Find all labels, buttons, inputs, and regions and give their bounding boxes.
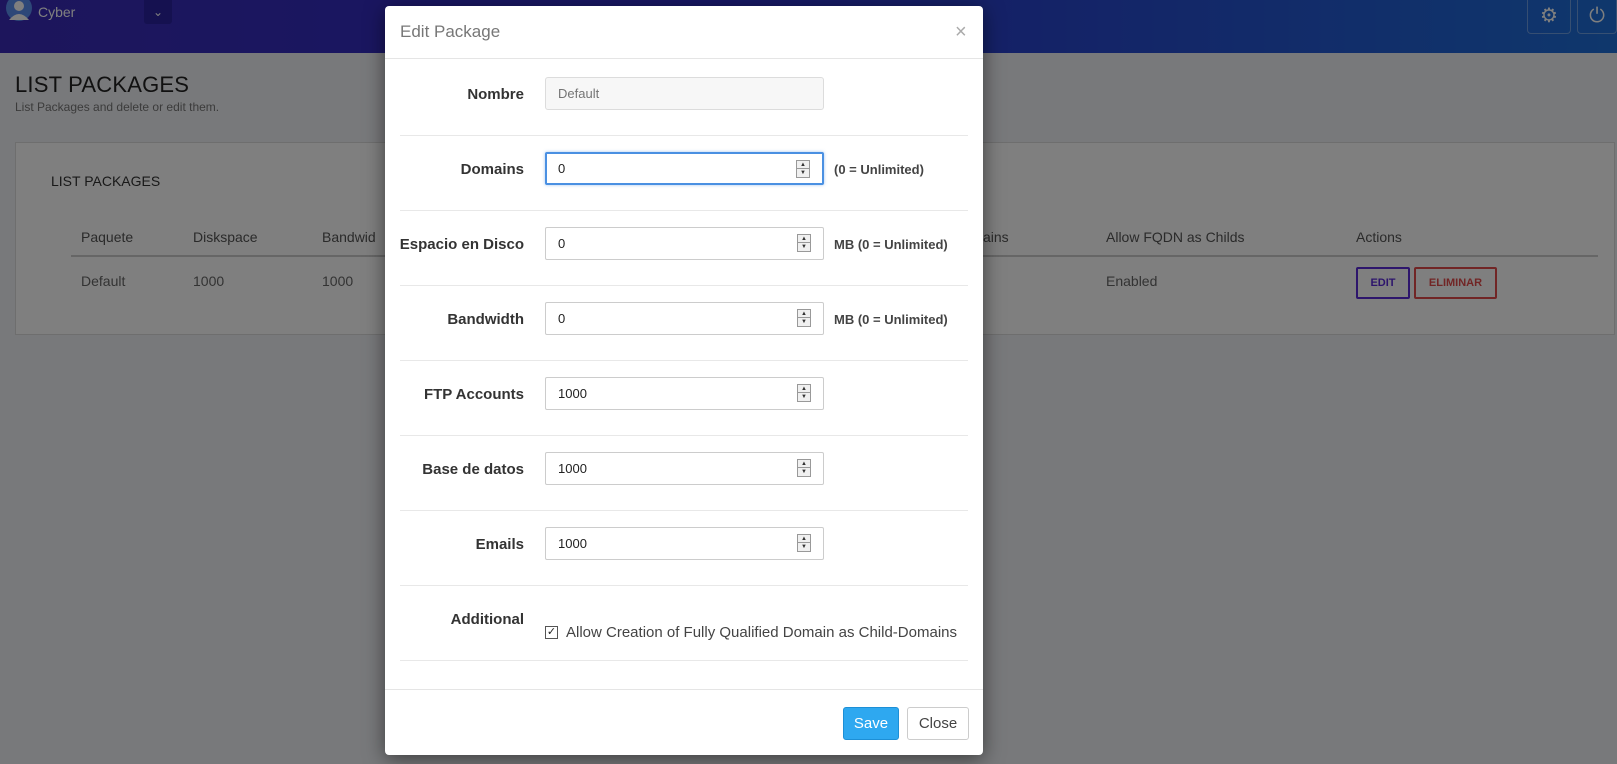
db-label: Base de datos bbox=[422, 461, 524, 478]
nombre-label: Nombre bbox=[467, 86, 524, 103]
modal-title: Edit Package bbox=[400, 22, 501, 41]
spinner-arrows-icon[interactable]: ▲ ▼ bbox=[797, 384, 811, 402]
spinner-arrows-icon[interactable]: ▲ ▼ bbox=[797, 309, 811, 327]
ftp-accounts-field[interactable]: 1000 ▲ ▼ bbox=[545, 377, 824, 410]
bandwidth-hint: MB (0 = Unlimited) bbox=[834, 312, 948, 327]
domains-label: Domains bbox=[460, 161, 524, 178]
close-button[interactable]: Close bbox=[907, 707, 969, 740]
ftp-value: 1000 bbox=[558, 386, 587, 401]
ftp-label: FTP Accounts bbox=[423, 386, 524, 403]
db-value: 1000 bbox=[558, 461, 587, 476]
disk-label: Espacio en Disco bbox=[399, 236, 524, 253]
additional-label: Additional bbox=[450, 611, 524, 628]
emails-value: 1000 bbox=[558, 536, 587, 551]
bandwidth-label: Bandwidth bbox=[447, 311, 524, 328]
form-row-nombre: Nombre bbox=[400, 61, 968, 136]
disk-hint: MB (0 = Unlimited) bbox=[834, 237, 948, 252]
domains-value: 0 bbox=[558, 161, 566, 176]
nombre-field[interactable] bbox=[545, 77, 824, 110]
disk-value: 0 bbox=[558, 236, 566, 251]
bandwidth-value: 0 bbox=[558, 311, 566, 326]
spinner-arrows-icon[interactable]: ▲ ▼ bbox=[797, 459, 811, 477]
modal-header: Edit Package × bbox=[385, 6, 983, 59]
emails-label: Emails bbox=[475, 536, 524, 553]
close-icon[interactable]: × bbox=[955, 22, 967, 42]
form-row-disk: Espacio en Disco 0 ▲ ▼ MB (0 = Unlimited) bbox=[400, 211, 968, 286]
domains-field[interactable]: 0 ▲ ▼ bbox=[545, 152, 824, 185]
emails-field[interactable]: 1000 ▲ ▼ bbox=[545, 527, 824, 560]
fqdn-checkbox[interactable]: ✓ bbox=[545, 626, 558, 639]
domains-hint: (0 = Unlimited) bbox=[834, 162, 924, 177]
modal-footer: Save Close bbox=[385, 689, 983, 755]
form-row-ftp: FTP Accounts 1000 ▲ ▼ bbox=[400, 361, 968, 436]
disk-field[interactable]: 0 ▲ ▼ bbox=[545, 227, 824, 260]
fqdn-checkbox-label[interactable]: Allow Creation of Fully Qualified Domain… bbox=[566, 624, 957, 641]
form-row-db: Base de datos 1000 ▲ ▼ bbox=[400, 436, 968, 511]
form-row-domains: Domains 0 ▲ ▼ (0 = Unlimited) bbox=[400, 136, 968, 211]
edit-package-modal: Edit Package × Nombre Domains 0 ▲▼ (0 = … bbox=[385, 6, 983, 755]
spinner-arrows-icon[interactable]: ▲ ▼ bbox=[797, 234, 811, 252]
spinner-arrows-icon[interactable]: ▲ ▼ bbox=[796, 160, 810, 178]
form-row-additional: Additional ✓ Allow Creation of Fully Qua… bbox=[400, 586, 968, 661]
fqdn-checkbox-wrap[interactable]: ✓ Allow Creation of Fully Qualified Doma… bbox=[545, 624, 957, 641]
save-button[interactable]: Save bbox=[843, 707, 899, 740]
bandwidth-field[interactable]: 0 ▲ ▼ bbox=[545, 302, 824, 335]
form-row-emails: Emails 1000 ▲ ▼ bbox=[400, 511, 968, 586]
spinner-arrows-icon[interactable]: ▲ ▼ bbox=[797, 534, 811, 552]
databases-field[interactable]: 1000 ▲ ▼ bbox=[545, 452, 824, 485]
form-row-bandwidth: Bandwidth 0 ▲ ▼ MB (0 = Unlimited) bbox=[400, 286, 968, 361]
